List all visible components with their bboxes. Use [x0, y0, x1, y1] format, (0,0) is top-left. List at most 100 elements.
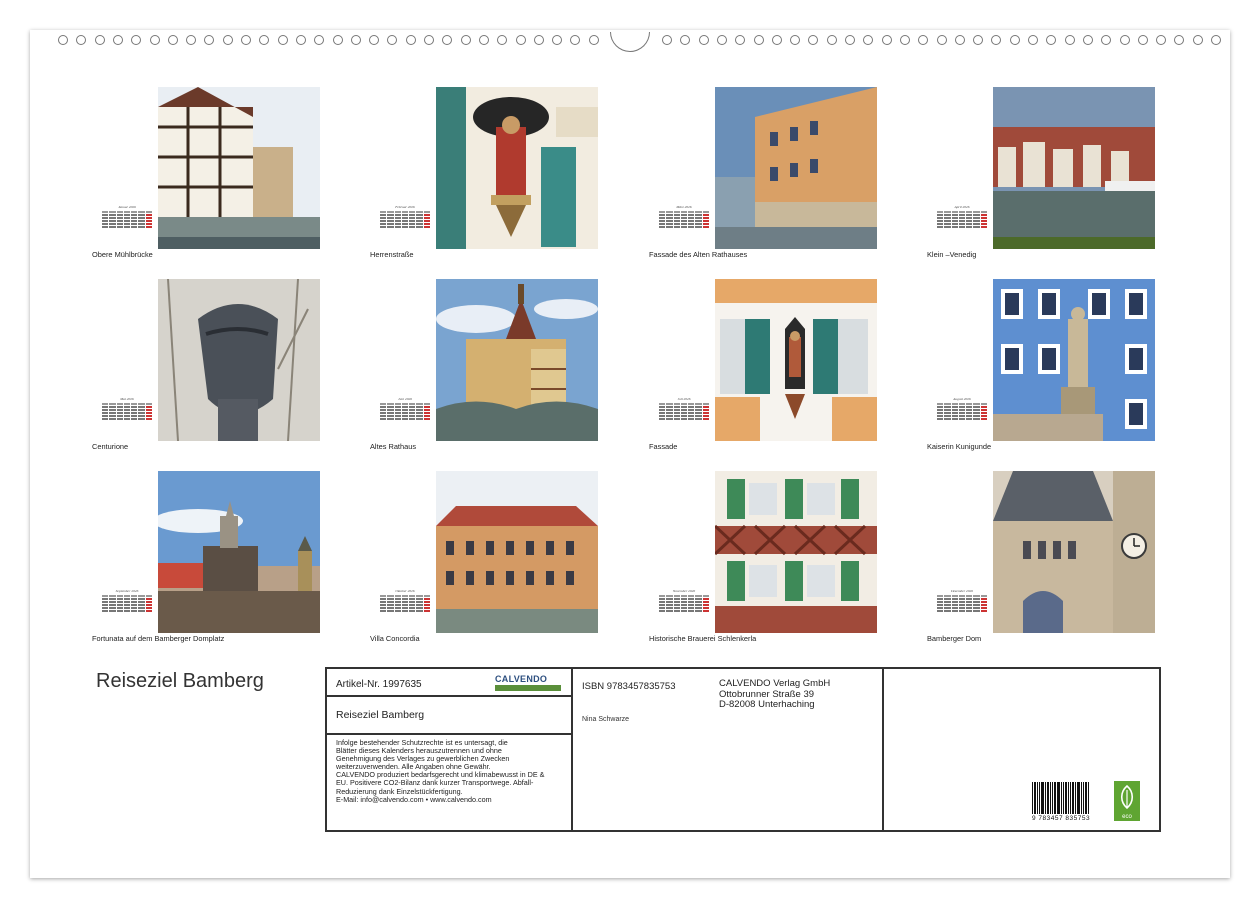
barcode-bar: [1088, 782, 1089, 814]
barcode-bar: [1047, 782, 1049, 814]
brewery-facade-photo: [715, 471, 877, 633]
binding-ring: [1211, 35, 1221, 45]
binding-ring: [918, 35, 929, 45]
binding-ring: [167, 35, 178, 45]
saint-statue-facade-photo: [436, 87, 598, 249]
mini-calendar: März 2026: [659, 205, 709, 241]
month-caption: Fassade: [649, 442, 678, 451]
old-town-hall-photo: [436, 279, 598, 441]
binding-ring: [277, 35, 288, 45]
leaf-icon: [1120, 784, 1134, 810]
calendar-sheet: Januar 2026 Obere Mühlbrücke Februar 2026 H…: [30, 30, 1230, 878]
calvendo-logo: CALVENDO: [495, 674, 563, 692]
eco-badge: eco: [1114, 781, 1140, 821]
spiral-binding: [30, 32, 1230, 52]
binding-ring: [1064, 35, 1075, 45]
binding-ring: [424, 35, 434, 45]
binding-ring: [698, 35, 709, 45]
binding-ring: [112, 35, 123, 45]
mini-calendar-days: [937, 403, 987, 420]
month-caption: Historische Brauerei Schlenkerla: [649, 634, 757, 643]
fortunata-statue-photo: [158, 471, 320, 633]
binding-ring: [533, 35, 544, 45]
binding-ring: [149, 35, 160, 45]
binding-ring: [552, 35, 563, 45]
mini-calendar-days: [937, 211, 987, 228]
binding-ring: [1192, 35, 1203, 45]
binding-ring: [241, 35, 251, 45]
mini-calendar-days: [659, 403, 709, 420]
binding-ring: [1028, 35, 1038, 45]
binding-ring: [387, 35, 398, 45]
barcode-bar: [1072, 782, 1074, 814]
barcode-bar: [1057, 782, 1060, 814]
month-caption: Kaiserin Kunigunde: [927, 442, 992, 451]
binding-ring: [680, 35, 691, 45]
publisher-address: CALVENDO Verlag GmbH Ottobrunner Straße …: [719, 678, 830, 711]
binding-ring: [1009, 35, 1020, 45]
month-card: Juni 2026 Altes Rathaus: [370, 279, 610, 459]
barcode-bar: [1032, 782, 1033, 814]
binding-ring: [991, 35, 1002, 45]
binding-ring: [1174, 35, 1185, 45]
villa-photo: [436, 471, 598, 633]
month-caption: Altes Rathaus: [370, 442, 417, 451]
bronze-head-sculpture-photo: [158, 279, 320, 441]
barcode-bar: [1037, 782, 1038, 814]
mini-calendar: August 2026: [937, 397, 987, 433]
logo-text: CALVENDO: [495, 674, 548, 684]
isbn-text: ISBN 9783457835753: [582, 681, 676, 692]
mini-calendar: September 2026: [102, 589, 152, 625]
barcode-number: 9 783457 835753: [1032, 815, 1091, 822]
binding-ring: [58, 35, 68, 45]
binding-ring: [1156, 35, 1167, 45]
mini-calendar: Juli 2026: [659, 397, 709, 433]
barcode-bar: [1039, 782, 1040, 814]
info-column-barcode: 9 783457 835753 eco: [884, 669, 1159, 830]
binding-ring: [808, 35, 819, 45]
month-card: August 2026 Kaiserin Kunigunde: [927, 279, 1167, 459]
binding-ring: [954, 35, 965, 45]
mini-calendar-days: [102, 211, 152, 228]
mini-calendar-days: [937, 595, 987, 612]
mini-calendar-days: [380, 403, 430, 420]
mini-calendar: Juni 2026: [380, 397, 430, 433]
mini-calendar: November 2026: [659, 589, 709, 625]
mini-calendar: Februar 2026: [380, 205, 430, 241]
mini-calendar-days: [659, 595, 709, 612]
binding-ring: [735, 35, 746, 45]
month-caption: Bamberger Dom: [927, 634, 982, 643]
binding-ring: [588, 35, 599, 45]
barcode-bar: [1045, 782, 1046, 814]
binding-ring: [204, 35, 215, 45]
info-box: Artikel-Nr. 1997635 CALVENDO Reiseziel B…: [325, 667, 1161, 832]
painted-facade-photo: [715, 87, 877, 249]
binding-ring: [131, 35, 142, 45]
month-card: April 2026 Klein –Venedig: [927, 87, 1167, 267]
binding-ring: [405, 35, 416, 45]
info-subtitle: Reiseziel Bamberg: [336, 709, 425, 721]
month-card: Juli 2026 Fassade: [649, 279, 889, 459]
binding-ring: [790, 35, 801, 45]
binding-ring: [973, 35, 984, 45]
month-card: Dezember 2026 Bamberger Dom: [927, 471, 1167, 651]
barcode-bar: [1081, 782, 1082, 814]
binding-ring: [295, 35, 306, 45]
mini-calendar-days: [102, 403, 152, 420]
binding-ring: [350, 35, 361, 45]
binding-ring: [1101, 35, 1112, 45]
binding-ring: [497, 35, 508, 45]
barcode-bar: [1050, 782, 1051, 814]
timber-frame-house-photo: [158, 87, 320, 249]
barcode-bar: [1077, 782, 1080, 814]
mini-calendar: Dezember 2026: [937, 589, 987, 625]
barcode-bar: [1041, 782, 1044, 814]
info-column-article: Artikel-Nr. 1997635 CALVENDO Reiseziel B…: [327, 669, 573, 830]
month-card: März 2026 Fassade des Alten Rathauses: [649, 87, 889, 267]
calendar-title: Reiseziel Bamberg: [96, 670, 264, 692]
binding-ring: [94, 35, 105, 45]
author-name: Nina Schwarze: [582, 716, 630, 723]
binding-ring: [369, 35, 380, 45]
mini-calendar-days: [380, 211, 430, 228]
month-caption: Centurione: [92, 442, 129, 451]
